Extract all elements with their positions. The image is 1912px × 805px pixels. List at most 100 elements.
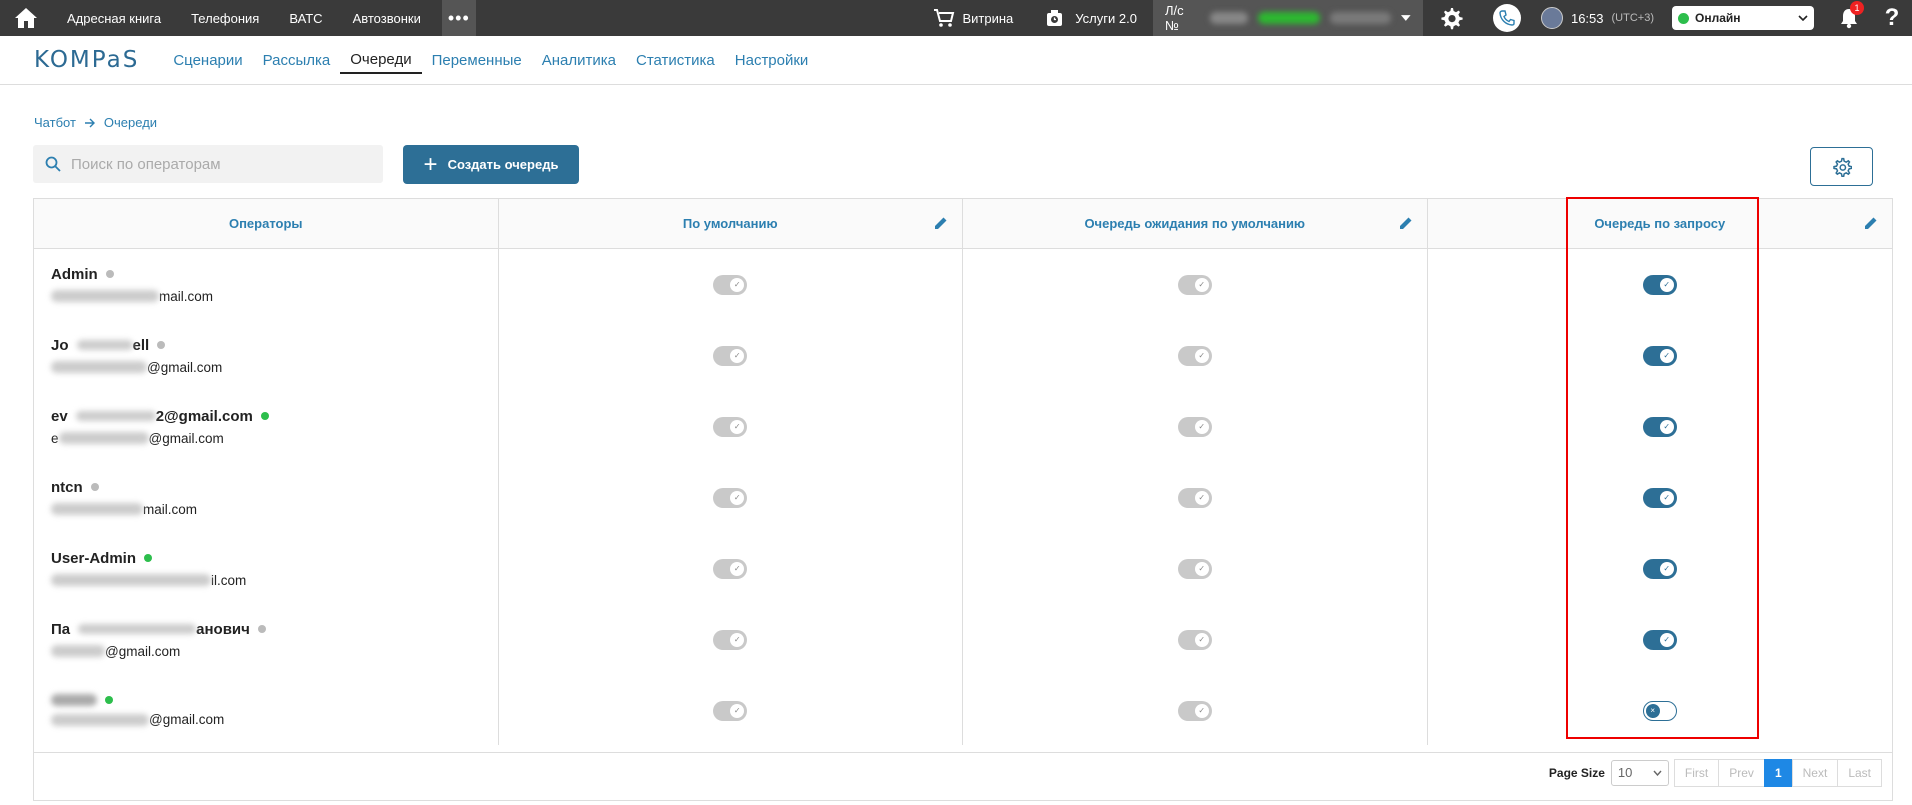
table-header: Операторы По умолчанию Очередь ожидания … — [34, 199, 1892, 249]
operator-email-text: mail.com — [143, 501, 198, 517]
request-toggle[interactable]: ✓ — [1642, 487, 1677, 508]
services-link[interactable]: Услуги 2.0 — [1029, 8, 1153, 28]
status-dot-online — [260, 412, 269, 420]
wait-toggle[interactable]: ✓ — [1177, 345, 1212, 366]
topnav-autocalls[interactable]: Автозвонки — [338, 11, 436, 26]
default-cell: ✓ — [499, 462, 964, 533]
cart-icon — [933, 9, 954, 27]
check-icon: ✓ — [730, 561, 745, 576]
default-toggle[interactable]: ✓ — [713, 629, 748, 650]
section-nav: KOMPaS Сценарии Рассылка Очереди Перемен… — [0, 36, 1912, 85]
request-toggle[interactable]: ✓ — [1642, 345, 1677, 366]
check-icon: ✓ — [1659, 277, 1674, 292]
request-toggle[interactable]: × — [1642, 700, 1677, 721]
table-row: @gmail.com ✓ ✓ × — [34, 675, 1892, 745]
header-on-request: Очередь по запросу — [1428, 199, 1893, 248]
topnav-address-book[interactable]: Адресная книга — [52, 11, 176, 26]
tab-mailing[interactable]: Рассылка — [253, 46, 341, 74]
check-icon: ✓ — [1194, 490, 1209, 505]
header-default-label: По умолчанию — [682, 216, 778, 231]
table-row: ntcn mail.com ✓ ✓ ✓ — [34, 462, 1892, 533]
operator-email: il.com — [51, 573, 246, 588]
table-row: Jo ell @gmail.com ✓ ✓ ✓ — [34, 320, 1892, 391]
account-number-blurred — [1209, 12, 1249, 24]
operator-name-tail: анович — [196, 620, 250, 638]
check-icon: ✓ — [1659, 490, 1674, 505]
user-clock[interactable]: 16:53 (UTC+3) — [1535, 7, 1660, 29]
edit-pencil-icon[interactable] — [1864, 216, 1878, 230]
check-icon: ✓ — [730, 490, 745, 505]
name-blurred — [78, 624, 197, 634]
home-icon[interactable] — [0, 0, 52, 36]
page-prev-button[interactable]: Prev — [1718, 758, 1765, 787]
operator-name-text: ntcn — [51, 478, 83, 496]
request-toggle[interactable]: ✓ — [1642, 274, 1677, 295]
chevron-down-icon — [1653, 770, 1662, 776]
default-toggle[interactable]: ✓ — [713, 558, 748, 579]
operator-name: Admin — [51, 266, 114, 283]
page-current-button[interactable]: 1 — [1763, 758, 1793, 787]
default-toggle[interactable]: ✓ — [713, 274, 748, 295]
wait-toggle[interactable]: ✓ — [1177, 629, 1212, 650]
search-input[interactable] — [71, 155, 361, 173]
operator-search[interactable] — [33, 145, 383, 183]
account-selector[interactable]: Л/с № — [1152, 0, 1423, 36]
wait-toggle[interactable]: ✓ — [1177, 487, 1212, 508]
check-icon: ✓ — [730, 632, 745, 647]
table-row: User-Admin il.com ✓ ✓ ✓ — [34, 533, 1892, 604]
name-blurred — [75, 411, 156, 421]
default-cell: ✓ — [499, 604, 964, 675]
wait-toggle[interactable]: ✓ — [1177, 558, 1212, 579]
request-toggle[interactable]: ✓ — [1642, 629, 1677, 650]
phone-button[interactable] — [1479, 0, 1535, 36]
operator-email-text: mail.com — [159, 288, 214, 304]
showcase-link[interactable]: Витрина — [917, 8, 1030, 28]
wait-cell: ✓ — [963, 320, 1428, 391]
default-toggle[interactable]: ✓ — [713, 416, 748, 437]
operator-name-text: User-Admin — [51, 549, 137, 567]
wait-toggle[interactable]: ✓ — [1177, 416, 1212, 437]
table-settings-button[interactable] — [1810, 147, 1873, 186]
phone-icon — [1492, 4, 1521, 32]
default-toggle[interactable]: ✓ — [713, 345, 748, 366]
logo[interactable]: KOMPaS — [34, 47, 139, 73]
topnav-telephony[interactable]: Телефония — [176, 11, 274, 26]
tab-settings[interactable]: Настройки — [725, 46, 819, 74]
breadcrumb: Чатбот Очереди — [34, 115, 157, 130]
settings-button[interactable] — [1423, 0, 1479, 36]
table-row: ev 2@gmail.com e @gmail.com ✓ ✓ ✓ — [34, 391, 1892, 462]
status-select[interactable]: Онлайн — [1672, 6, 1814, 30]
page-size-select[interactable]: 10 — [1610, 759, 1669, 786]
default-toggle[interactable]: ✓ — [713, 700, 748, 721]
wait-toggle[interactable]: ✓ — [1177, 274, 1212, 295]
help-button[interactable]: ? — [1872, 0, 1912, 36]
breadcrumb-queues[interactable]: Очереди — [104, 115, 157, 130]
page-next-button[interactable]: Next — [1791, 758, 1839, 787]
status-value: Онлайн — [1695, 11, 1741, 25]
edit-pencil-icon[interactable] — [934, 216, 948, 230]
account-name-blurred — [1329, 12, 1392, 24]
tab-queues[interactable]: Очереди — [340, 46, 422, 74]
tab-variables[interactable]: Переменные — [422, 46, 532, 74]
operator-email: @gmail.com — [51, 360, 222, 375]
default-toggle[interactable]: ✓ — [713, 487, 748, 508]
email-blurred — [51, 645, 105, 657]
topnav-vats[interactable]: ВАТС — [274, 11, 337, 26]
request-toggle[interactable]: ✓ — [1642, 416, 1677, 437]
page-first-button[interactable]: First — [1673, 758, 1720, 787]
page-last-button[interactable]: Last — [1837, 758, 1882, 787]
wait-toggle[interactable]: ✓ — [1177, 700, 1212, 721]
operator-name: Jo ell — [51, 337, 166, 354]
tab-analytics[interactable]: Аналитика — [532, 46, 626, 74]
edit-pencil-icon[interactable] — [1399, 216, 1413, 230]
services-label: Услуги 2.0 — [1075, 10, 1137, 26]
notifications-badge: 1 — [1850, 1, 1864, 15]
tab-scenarios[interactable]: Сценарии — [163, 46, 252, 74]
breadcrumb-chatbot[interactable]: Чатбот — [34, 115, 76, 130]
tab-statistics[interactable]: Статистика — [626, 46, 725, 74]
more-menu-button[interactable]: ••• — [441, 0, 476, 36]
notifications-button[interactable]: 1 — [1826, 0, 1872, 36]
default-cell: ✓ — [499, 391, 964, 462]
request-toggle[interactable]: ✓ — [1642, 558, 1677, 579]
create-queue-button[interactable]: + Создать очередь — [403, 145, 579, 184]
